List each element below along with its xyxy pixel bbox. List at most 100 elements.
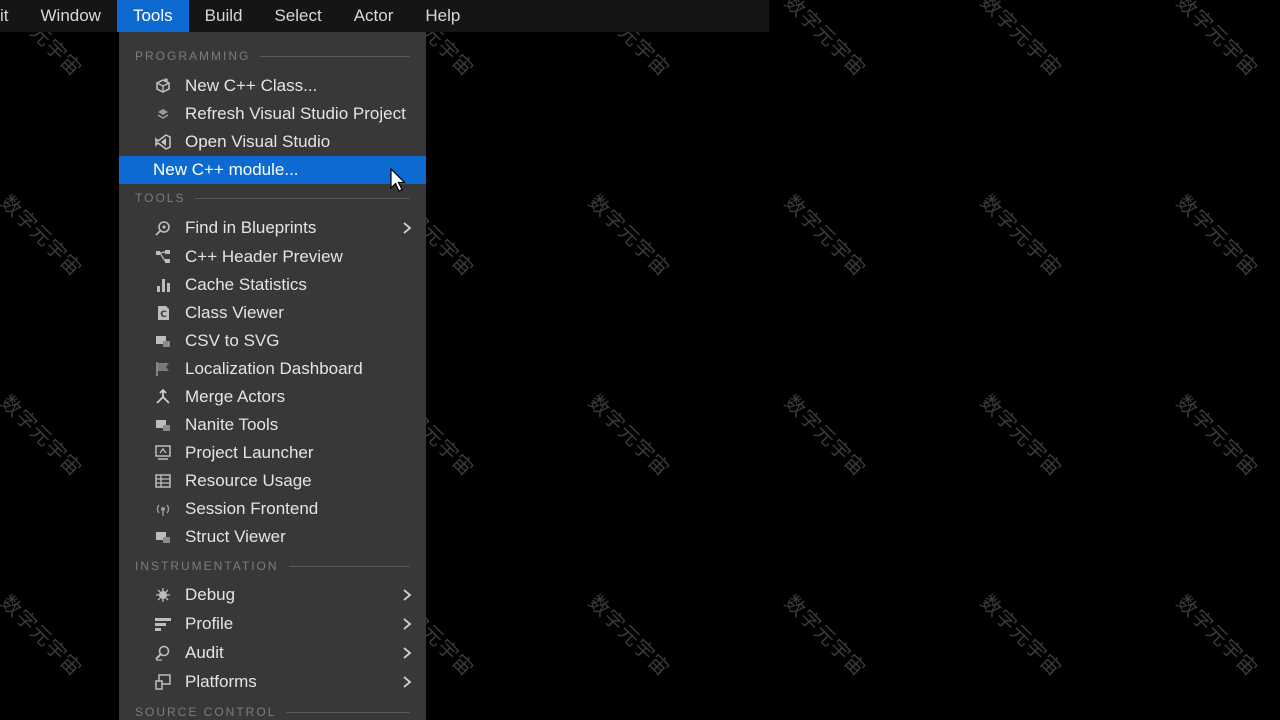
watermark-text: 数字元宇宙 — [975, 589, 1068, 682]
watermark-text: 数字元宇宙 — [1171, 389, 1264, 482]
section-label: PROGRAMMING — [135, 49, 251, 63]
watermark-text: 数字元宇宙 — [583, 589, 676, 682]
menu-item-label: Platforms — [185, 672, 257, 691]
section-programming: PROGRAMMING — [119, 46, 426, 66]
watermark-text: 数字元宇宙 — [779, 589, 872, 682]
menu-item-struct-viewer[interactable]: Struct Viewer — [119, 523, 426, 551]
menu-item-new-cpp-class[interactable]: New C++ Class... — [119, 72, 426, 100]
section-label: INSTRUMENTATION — [135, 559, 279, 573]
menu-item-label: Open Visual Studio — [185, 132, 331, 151]
menu-item-refresh-visual-studio-project[interactable]: Refresh Visual Studio Project — [119, 100, 426, 128]
class-icon: C — [152, 302, 174, 324]
menu-item-label: Find in Blueprints — [185, 218, 317, 237]
watermark-text: 数字元宇宙 — [975, 0, 1068, 82]
bar-chart-icon — [152, 274, 174, 296]
mouse-cursor-icon — [390, 168, 406, 192]
menu-item-project-launcher[interactable]: Project Launcher — [119, 439, 426, 467]
menu-item-label: Nanite Tools — [185, 415, 279, 434]
menu-item-platforms[interactable]: Platforms — [119, 668, 426, 696]
section-label: TOOLS — [135, 191, 186, 205]
nanite-icon — [152, 414, 174, 436]
watermark-text: 数字元宇宙 — [0, 389, 88, 482]
menu-tools[interactable]: Tools — [116, 0, 189, 32]
launcher-icon — [152, 442, 174, 464]
menu-help[interactable]: Help — [409, 0, 476, 32]
merge-icon — [152, 386, 174, 408]
platforms-icon — [152, 671, 174, 693]
chevron-right-icon — [403, 676, 412, 688]
menu-item-label: C++ Header Preview — [185, 247, 343, 266]
menu-item-cpp-header-preview[interactable]: C++ Header Preview — [119, 243, 426, 271]
menu-build[interactable]: Build — [189, 0, 259, 32]
header-preview-icon — [152, 246, 174, 268]
menu-item-cache-statistics[interactable]: Cache Statistics — [119, 271, 426, 299]
watermark-text: 数字元宇宙 — [583, 389, 676, 482]
search-icon — [152, 217, 174, 239]
watermark-text: 数字元宇宙 — [0, 189, 88, 282]
menu-item-localization-dashboard[interactable]: Localization Dashboard — [119, 355, 426, 383]
document-icon — [152, 330, 174, 352]
menu-item-open-visual-studio[interactable]: Open Visual Studio — [119, 128, 426, 156]
watermark-text: 数字元宇宙 — [779, 0, 872, 82]
menu-item-nanite-tools[interactable]: Nanite Tools — [119, 411, 426, 439]
menu-item-label: Debug — [185, 585, 236, 604]
section-instrumentation: INSTRUMENTATION — [119, 556, 426, 576]
menu-item-label: Struct Viewer — [185, 527, 286, 546]
watermark-text: 数字元宇宙 — [1171, 0, 1264, 82]
menu-item-label: Refresh Visual Studio Project — [185, 104, 406, 123]
menu-edit[interactable]: it — [0, 0, 25, 32]
menu-item-find-in-blueprints[interactable]: Find in Blueprints — [119, 214, 426, 242]
menu-item-label: Merge Actors — [185, 387, 286, 406]
cube-add-icon — [152, 75, 174, 97]
menu-item-label: Class Viewer — [185, 303, 284, 322]
section-source-control: SOURCE CONTROL — [119, 702, 426, 720]
menu-item-label: New C++ Class... — [185, 76, 318, 95]
section-divider — [288, 565, 410, 567]
profile-icon — [152, 613, 174, 635]
menu-item-label: Localization Dashboard — [185, 359, 363, 378]
menu-item-new-cpp-module[interactable]: New C++ module... — [119, 156, 426, 184]
menu-item-merge-actors[interactable]: Merge Actors — [119, 383, 426, 411]
section-divider — [195, 197, 410, 199]
menu-item-session-frontend[interactable]: Session Frontend — [119, 495, 426, 523]
audit-icon — [152, 642, 174, 664]
menu-item-label: Audit — [185, 643, 224, 662]
menu-item-label: New C++ module... — [153, 160, 299, 179]
menu-window[interactable]: Window — [25, 0, 117, 32]
watermark-text: 数字元宇宙 — [975, 189, 1068, 282]
visual-studio-icon — [152, 131, 174, 153]
watermark-text: 数字元宇宙 — [583, 189, 676, 282]
menu-item-debug[interactable]: Debug — [119, 581, 426, 609]
watermark-text: 数字元宇宙 — [0, 589, 88, 682]
menu-item-label: Resource Usage — [185, 471, 312, 490]
menu-item-label: CSV to SVG — [185, 331, 280, 350]
chevron-right-icon — [403, 589, 412, 601]
menu-bar: it Window Tools Build Select Actor Help — [0, 0, 769, 32]
menu-item-label: Session Frontend — [185, 499, 319, 518]
session-icon — [152, 498, 174, 520]
chevron-right-icon — [403, 647, 412, 659]
menu-item-profile[interactable]: Profile — [119, 610, 426, 638]
menu-item-csv-to-svg[interactable]: CSV to SVG — [119, 327, 426, 355]
watermark-text: 数字元宇宙 — [1171, 589, 1264, 682]
svg-text:C: C — [160, 310, 167, 320]
menu-select[interactable]: Select — [258, 0, 337, 32]
menu-item-resource-usage[interactable]: Resource Usage — [119, 467, 426, 495]
watermark-text: 数字元宇宙 — [975, 389, 1068, 482]
section-divider — [260, 55, 410, 57]
section-tools: TOOLS — [119, 188, 426, 208]
watermark-text: 数字元宇宙 — [779, 389, 872, 482]
chevron-right-icon — [403, 618, 412, 630]
flag-icon — [152, 358, 174, 380]
menu-item-audit[interactable]: Audit — [119, 639, 426, 667]
menu-actor[interactable]: Actor — [338, 0, 410, 32]
watermark-text: 数字元宇宙 — [1171, 189, 1264, 282]
menu-item-label: Cache Statistics — [185, 275, 307, 294]
tools-dropdown-menu: PROGRAMMING New C++ Class... Refresh Vis… — [119, 32, 426, 720]
struct-icon — [152, 526, 174, 548]
watermark-text: 数字元宇宙 — [779, 189, 872, 282]
menu-item-class-viewer[interactable]: C Class Viewer — [119, 299, 426, 327]
table-icon — [152, 470, 174, 492]
section-divider — [286, 711, 410, 713]
chevron-right-icon — [403, 222, 412, 234]
